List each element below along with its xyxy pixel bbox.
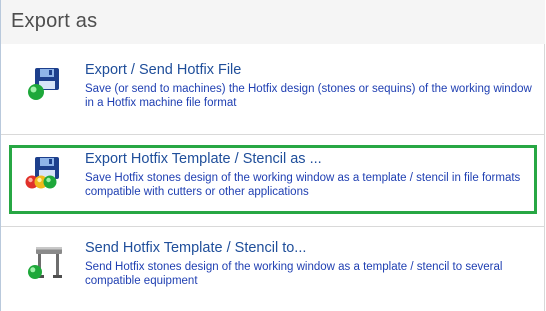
send-hotfix-template-option[interactable]: Send Hotfix Template / Stencil to... Sen… [9,234,537,296]
floppy-disk-green-ball-icon [28,68,59,100]
divider [1,226,545,227]
export-panel: Export as Export / Send Hotfix File Save… [0,0,545,311]
export-hotfix-template-description: Save Hotfix stones design of the working… [85,172,521,198]
export-hotfix-template-title: Export Hotfix Template / Stencil as ... [85,151,322,167]
send-hotfix-template-title: Send Hotfix Template / Stencil to... [85,240,307,256]
export-send-hotfix-file-option[interactable]: Export / Send Hotfix File Save (or send … [9,56,537,118]
export-send-hotfix-file-title: Export / Send Hotfix File [85,62,242,78]
send-hotfix-template-description: Send Hotfix stones design of the working… [85,261,503,287]
floppy-disk-color-balls-icon [25,157,59,189]
divider [1,134,545,135]
export-send-hotfix-file-description: Save (or send to machines) the Hotfix de… [85,83,532,109]
export-header: Export as [1,0,545,44]
export-title: Export as [11,10,98,32]
plotter-green-ball-icon [28,247,62,279]
export-hotfix-template-option[interactable]: Export Hotfix Template / Stencil as ... … [9,145,537,214]
